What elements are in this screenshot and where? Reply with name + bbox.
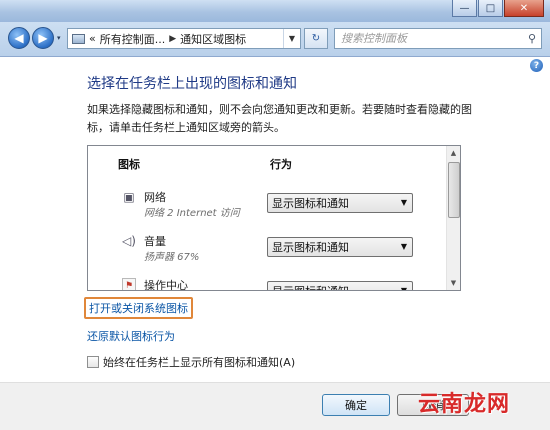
window-caption: — □ ✕ [0,0,550,22]
list-item-subtitle: 扬声器 67% [144,252,200,263]
list-item-action-center: ⚑ 操作中心 显示图标和通知 ▼ [88,276,446,291]
caption-buttons: — □ ✕ [452,0,544,17]
list-item-name: 音量 [144,235,166,248]
always-show-all-checkbox[interactable] [87,356,99,368]
restore-default-behavior-link[interactable]: 还原默认图标行为 [87,328,175,344]
chevron-down-icon: ▼ [400,198,407,207]
chevron-down-icon: ▼ [400,286,407,291]
list-scrollbar[interactable]: ▲ ▼ [446,146,460,290]
list-item-name: 网络 [144,191,166,204]
address-dropdown-icon[interactable]: ▼ [283,29,300,48]
behavior-select-value: 显示图标和通知 [272,241,349,254]
scroll-down-icon[interactable]: ▼ [447,276,460,290]
search-box[interactable]: ⚲ [334,28,542,49]
page-description: 如果选择隐藏图标和通知，则不会向您通知更改和更新。若要随时查看隐藏的图标，请单击… [87,103,472,134]
list-item-subtitle: 网络 2 Internet 访问 [144,208,240,219]
address-bar[interactable]: « 所有控制面... ▶ 通知区域图标 ▼ [67,28,301,49]
search-input[interactable] [341,30,521,47]
behavior-select-action-center[interactable]: 显示图标和通知 ▼ [267,281,413,291]
behavior-select-network[interactable]: 显示图标和通知 ▼ [267,193,413,213]
scroll-up-icon[interactable]: ▲ [447,146,460,160]
list-item-name: 操作中心 [144,279,188,291]
behavior-select-value: 显示图标和通知 [272,283,349,290]
turn-system-icons-link[interactable]: 打开或关闭系统图标 [84,297,193,319]
action-center-icon: ⚑ [122,278,136,290]
notification-icons-list[interactable]: 图标 行为 ▣ 网络 网络 2 Internet 访问 显示图标和通知 ▼ ◁)… [87,145,461,291]
always-show-all-label[interactable]: 始终在任务栏上显示所有图标和通知(A) [103,354,295,370]
behavior-select-value: 显示图标和通知 [272,197,349,210]
breadcrumb-separator-icon[interactable]: ▶ [169,34,176,44]
close-button[interactable]: ✕ [504,0,544,17]
maximize-button[interactable]: □ [478,0,503,17]
refresh-button[interactable]: ↻ [304,28,328,49]
column-header-behavior: 行为 [270,158,292,171]
back-button[interactable]: ◀ [8,27,30,49]
speaker-icon: ◁) [122,234,136,248]
control-panel-icon [72,33,85,44]
page-title: 选择在任务栏上出现的图标和通知 [87,76,297,92]
minimize-button[interactable]: — [452,0,477,17]
help-icon[interactable]: ? [530,59,543,72]
network-icon: ▣ [123,190,135,204]
watermark: 云南龙网 [418,392,511,417]
search-icon[interactable]: ⚲ [528,32,536,45]
ok-button[interactable]: 确定 [322,394,390,416]
main-content: ? 选择在任务栏上出现的图标和通知 如果选择隐藏图标和通知，则不会向您通知更改和… [0,57,550,382]
list-item-network: ▣ 网络 网络 2 Internet 访问 显示图标和通知 ▼ [88,188,446,228]
scrollbar-thumb[interactable] [448,162,460,218]
breadcrumb-overflow[interactable]: « [89,32,96,45]
behavior-select-volume[interactable]: 显示图标和通知 ▼ [267,237,413,257]
breadcrumb-all-control-panel[interactable]: 所有控制面... [100,31,166,47]
breadcrumb-notification-icons[interactable]: 通知区域图标 [180,31,246,47]
list-item-volume: ◁) 音量 扬声器 67% 显示图标和通知 ▼ [88,232,446,272]
forward-button[interactable]: ▶ [32,27,54,49]
navigation-bar: ◀ ▶ ▾ « 所有控制面... ▶ 通知区域图标 ▼ ↻ ⚲ [0,22,550,57]
chevron-down-icon: ▼ [400,242,407,251]
always-show-all-option[interactable]: 始终在任务栏上显示所有图标和通知(A) [87,354,295,370]
recent-pages-dropdown[interactable]: ▾ [57,34,61,42]
column-header-icon: 图标 [118,158,140,171]
